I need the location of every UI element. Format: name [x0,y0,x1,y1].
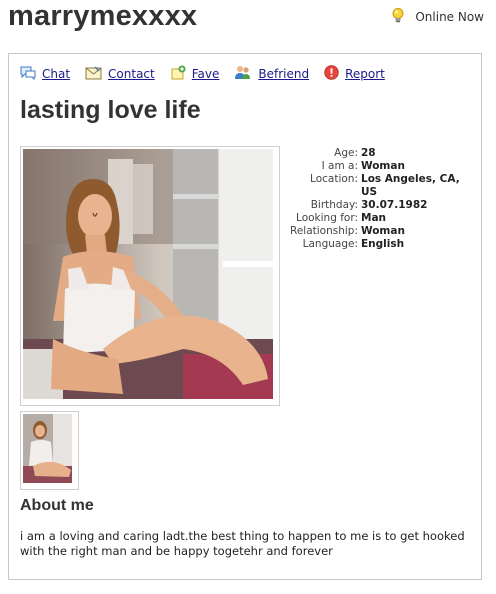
detail-label: Looking for: [296,212,358,224]
detail-label: Relationship: [290,225,358,237]
envelope-icon [85,65,102,83]
detail-label: Location: [310,173,358,185]
profile-main-photo[interactable] [20,146,280,406]
favorite-icon [170,65,186,83]
detail-row-relationship: Relationship: Woman [269,225,469,238]
report-icon [324,65,339,83]
profile-title: lasting love life [20,96,201,124]
detail-row-looking-for: Looking for: Man [269,212,469,225]
online-status: Online Now [390,7,484,26]
detail-row-language: Language: English [269,238,469,251]
contact-label: Contact [108,67,155,81]
profile-username: marrymexxxx [8,0,198,32]
detail-label: I am a: [321,160,358,172]
about-heading: About me [20,497,94,514]
chat-button[interactable]: Chat [20,65,70,83]
online-status-label: Online Now [415,9,484,24]
detail-value: Woman [361,225,405,237]
report-label: Report [345,67,385,81]
lightbulb-icon [390,7,406,26]
fave-label: Fave [191,67,220,81]
detail-row-gender: I am a: Woman [269,160,469,173]
detail-row-birthday: Birthday: 30.07.1982 [269,199,469,212]
about-text: i am a loving and caring ladt.the best t… [20,529,465,558]
detail-label: Age: [334,147,358,159]
detail-value: English [361,238,405,250]
befriend-label: Befriend [258,67,310,81]
profile-details: Age: 28 I am a: Woman Location: Los Ange… [269,147,469,251]
contact-button[interactable]: Contact [85,65,155,83]
chat-label: Chat [42,67,71,81]
detail-value: Woman [361,160,405,172]
chat-icon [20,66,36,83]
fave-button[interactable]: Fave [170,65,220,83]
profile-thumbnail[interactable] [20,411,79,490]
friends-icon [234,65,252,83]
detail-row-location: Location: Los Angeles, CA, US [269,173,469,199]
detail-value: Man [361,212,387,224]
detail-value: Los Angeles, CA, US [361,173,460,198]
profile-actions: Chat Contact Fave Befriend Report [20,65,385,83]
detail-label: Language: [302,238,358,250]
detail-value: 30.07.1982 [361,199,428,211]
report-button[interactable]: Report [324,65,385,83]
detail-row-age: Age: 28 [269,147,469,160]
befriend-button[interactable]: Befriend [234,65,309,83]
detail-label: Birthday: [310,199,358,211]
profile-card: Chat Contact Fave Befriend Report lastin… [8,53,482,580]
detail-value: 28 [361,147,376,159]
